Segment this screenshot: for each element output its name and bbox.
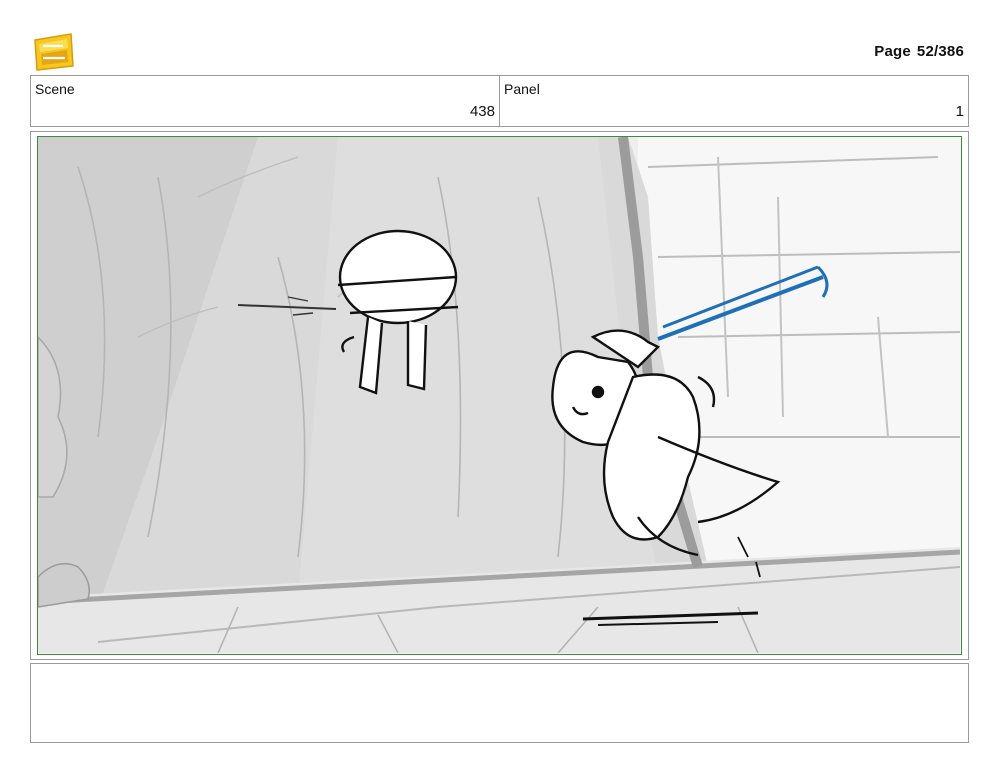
- logo-badge-icon: [34, 33, 74, 71]
- scene-label: Scene: [35, 81, 75, 97]
- page-number: Page 52/386: [874, 43, 964, 60]
- sketch-illustration: [38, 137, 960, 653]
- page-label: Page: [874, 43, 911, 60]
- scene-value: 438: [469, 103, 495, 120]
- storyboard-drawing: [37, 136, 962, 655]
- scene-cell: Scene 438: [31, 76, 499, 126]
- scene-panel-table: Scene 438 Panel 1: [30, 75, 969, 127]
- panel-cell: Panel 1: [499, 76, 968, 126]
- panel-value: 1: [955, 103, 964, 120]
- page-number-value: 52/386: [916, 43, 964, 60]
- panel-label: Panel: [504, 81, 540, 97]
- panel-notes-box: [30, 663, 969, 743]
- show-logo: [31, 30, 75, 74]
- storyboard-panel-frame: [30, 131, 969, 660]
